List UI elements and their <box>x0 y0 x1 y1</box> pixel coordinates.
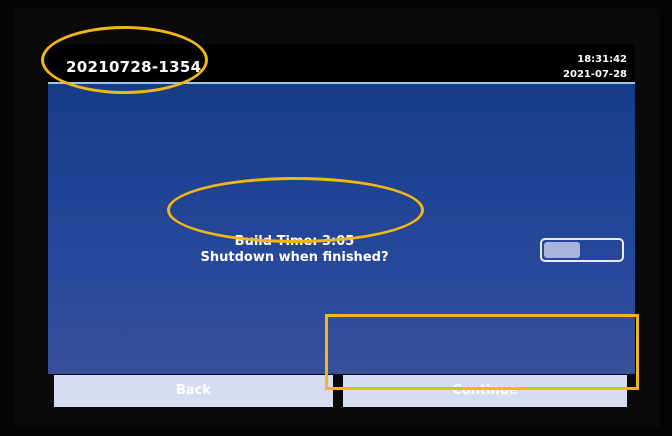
message-highlight <box>167 177 424 243</box>
clock-time: 18:31:42 <box>577 54 627 65</box>
clock: 18:31:42 2021-07-28 <box>563 52 627 82</box>
toggle-knob <box>544 242 580 258</box>
continue-highlight <box>325 314 639 390</box>
build-id-highlight <box>41 26 208 94</box>
back-button[interactable]: Back <box>54 375 333 407</box>
clock-date: 2021-07-28 <box>563 69 627 80</box>
shutdown-toggle[interactable] <box>540 238 624 262</box>
